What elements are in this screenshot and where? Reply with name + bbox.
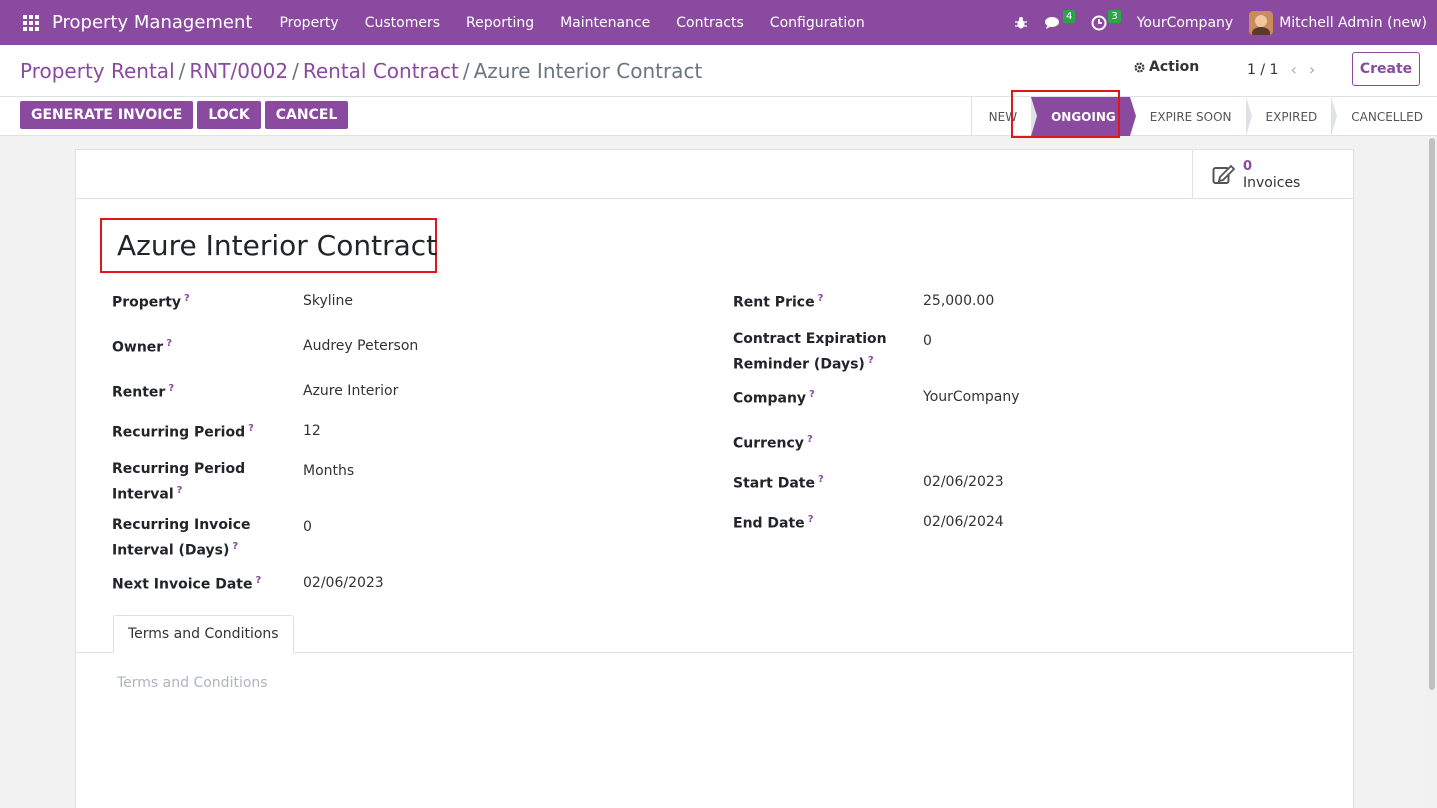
label-renter: Renter? <box>112 383 175 401</box>
value-end-date[interactable]: 02/06/2024 <box>923 511 1004 533</box>
label-recurring-period: Recurring Period? <box>112 423 254 441</box>
activities-count-badge: 3 <box>1108 10 1121 23</box>
breadcrumb-rental-contract[interactable]: Rental Contract <box>303 59 459 83</box>
value-owner[interactable]: Audrey Peterson <box>303 335 418 357</box>
value-recurring-period-interval[interactable]: Months <box>303 460 354 482</box>
breadcrumb: Property Rental / RNT/0002/Rental Contract… <box>20 59 703 83</box>
menu-item-contracts[interactable]: Contracts <box>663 15 757 31</box>
messages-count-badge: 4 <box>1062 10 1076 23</box>
label-recurring-invoice-interval: Recurring Invoice Interval (Days)? <box>112 517 251 559</box>
help-mark: ? <box>248 423 254 434</box>
value-property[interactable]: Skyline <box>303 290 353 312</box>
stage-expire-soon[interactable]: EXPIRE SOON <box>1130 97 1252 136</box>
label-recurring-period-interval: Recurring Period Interval? <box>112 461 246 503</box>
user-name: Mitchell Admin (new) <box>1279 14 1427 31</box>
breadcrumb-rnt-0002[interactable]: RNT/0002 <box>189 59 288 83</box>
help-mark: ? <box>168 383 175 394</box>
help-mark: ? <box>809 389 815 400</box>
control-panel: Property Rental / RNT/0002/Rental Contract… <box>0 45 1437 136</box>
menu-item-reporting[interactable]: Reporting <box>453 15 547 31</box>
cancel-button[interactable]: CANCEL <box>264 101 349 129</box>
record-title[interactable]: Azure Interior Contract <box>117 229 437 262</box>
value-contract-expiration-reminder[interactable]: 0 <box>923 330 932 352</box>
help-mark: ? <box>867 355 874 366</box>
label-end-date: End Date? <box>733 514 814 532</box>
avatar <box>1249 10 1274 35</box>
invoices-count: 0 <box>1243 158 1253 174</box>
help-mark: ? <box>817 474 824 485</box>
menu-item-customers[interactable]: Customers <box>352 15 453 31</box>
activities-button[interactable]: 3 <box>1091 10 1121 31</box>
lock-button[interactable]: LOCK <box>197 101 261 129</box>
help-mark: ? <box>184 293 190 304</box>
edit-icon <box>1211 162 1237 188</box>
pager: 1 / 1 ‹ › <box>1247 60 1315 79</box>
clock-icon <box>1091 15 1107 30</box>
notebook-tabs: Terms and Conditions <box>76 613 1353 653</box>
chat-icon <box>1044 16 1059 29</box>
help-mark: ? <box>166 338 173 349</box>
form-action-buttons: GENERATE INVOICE LOCK CANCEL <box>20 101 352 129</box>
breadcrumb-property-rental[interactable]: Property Rental <box>20 59 175 83</box>
label-property: Property? <box>112 293 190 311</box>
label-currency: Currency? <box>733 434 813 452</box>
button-box: 0 Invoices <box>76 150 1353 199</box>
value-start-date[interactable]: 02/06/2023 <box>923 471 1004 493</box>
action-label: Action <box>1149 59 1200 75</box>
user-menu[interactable]: Mitchell Admin (new) <box>1249 10 1427 35</box>
help-mark: ? <box>807 514 814 525</box>
label-owner: Owner? <box>112 338 173 356</box>
value-rent-price[interactable]: 25,000.00 <box>923 290 994 312</box>
help-mark: ? <box>255 575 262 586</box>
scrollbar[interactable] <box>1427 136 1437 808</box>
value-recurring-invoice-interval[interactable]: 0 <box>303 516 312 538</box>
label-company: Company? <box>733 389 815 407</box>
pager-value[interactable]: 1 / 1 <box>1247 62 1278 78</box>
menu-item-configuration[interactable]: Configuration <box>757 15 878 31</box>
apps-menu-icon[interactable] <box>20 12 42 34</box>
menu-item-maintenance[interactable]: Maintenance <box>547 15 663 31</box>
debug-icon[interactable] <box>1014 16 1028 30</box>
label-start-date: Start Date? <box>733 474 824 492</box>
invoices-label: Invoices <box>1243 174 1301 191</box>
label-contract-expiration-reminder: Contract Expiration Reminder (Days)? <box>733 331 887 373</box>
create-button[interactable]: Create <box>1352 52 1420 86</box>
tab-terms-and-conditions[interactable]: Terms and Conditions <box>113 615 294 653</box>
breadcrumb-current: Azure Interior Contract <box>473 59 703 83</box>
chevron-right-icon[interactable]: › <box>1309 60 1315 79</box>
stage-expired[interactable]: EXPIRED <box>1246 97 1338 136</box>
messages-button[interactable]: 4 <box>1044 10 1076 30</box>
generate-invoice-button[interactable]: GENERATE INVOICE <box>20 101 194 129</box>
menu-item-property[interactable]: Property <box>266 15 351 31</box>
help-mark: ? <box>232 541 239 552</box>
app-brand[interactable]: Property Management <box>52 12 252 33</box>
form-sheet: 0 Invoices Azure Interior Contract Prope… <box>75 149 1354 808</box>
stage-cancelled[interactable]: CANCELLED <box>1331 97 1437 136</box>
value-recurring-period[interactable]: 12 <box>303 420 321 442</box>
company-switcher[interactable]: YourCompany <box>1137 15 1234 31</box>
help-mark: ? <box>176 485 183 496</box>
terms-and-conditions-field[interactable]: Terms and Conditions <box>117 675 268 691</box>
action-menu-button[interactable]: Action <box>1133 59 1199 75</box>
label-rent-price: Rent Price? <box>733 293 824 311</box>
help-mark: ? <box>817 293 824 304</box>
main-menu: Property Customers Reporting Maintenance… <box>266 15 877 31</box>
label-next-invoice-date: Next Invoice Date? <box>112 575 262 593</box>
scrollbar-thumb[interactable] <box>1429 138 1435 690</box>
help-mark: ? <box>806 434 813 445</box>
gear-icon <box>1134 61 1145 73</box>
value-renter[interactable]: Azure Interior <box>303 380 398 402</box>
invoices-smart-button[interactable]: 0 Invoices <box>1192 150 1353 199</box>
systray: 4 3 YourCompany Mitchell Admin (new) <box>998 0 1427 45</box>
top-navbar: Property Management Property Customers R… <box>0 0 1437 45</box>
chevron-left-icon[interactable]: ‹ <box>1290 60 1296 79</box>
highlight-box-stage <box>1011 90 1120 138</box>
value-company[interactable]: YourCompany <box>923 386 1020 408</box>
value-next-invoice-date[interactable]: 02/06/2023 <box>303 572 384 594</box>
